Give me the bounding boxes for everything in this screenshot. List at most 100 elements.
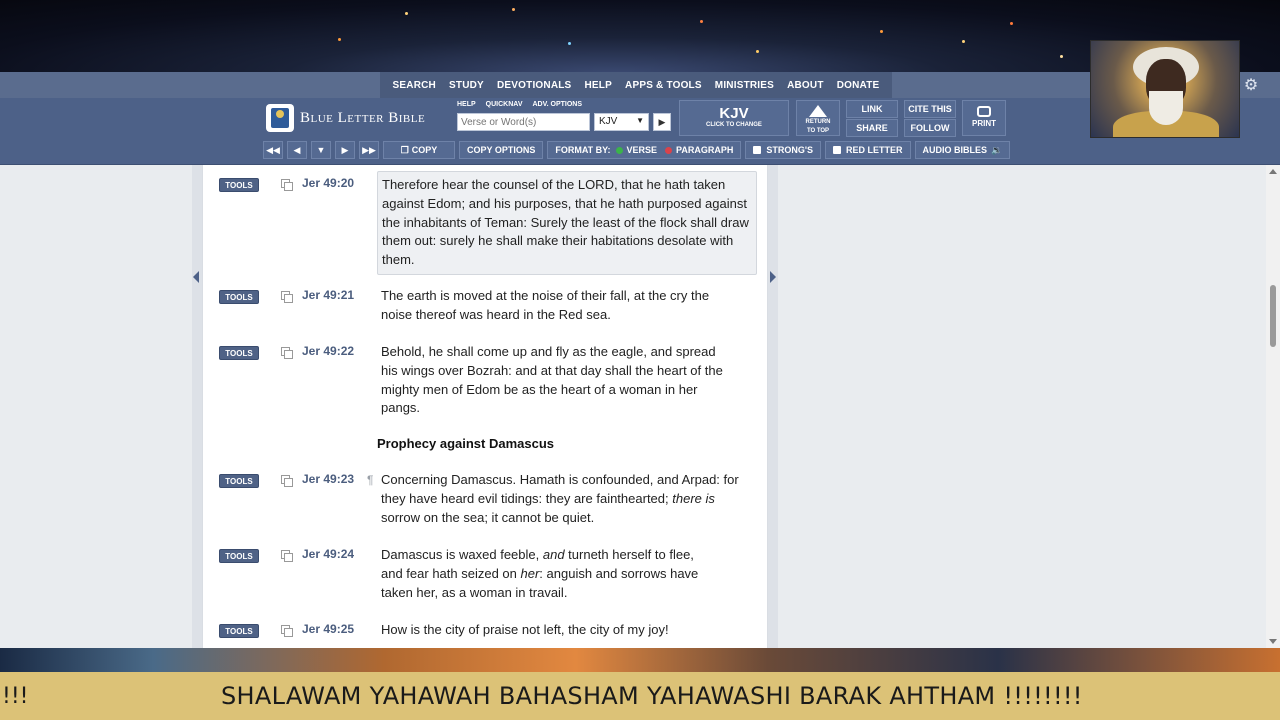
top-navigation: SEARCH STUDY DEVOTIONALS HELP APPS & TOO… <box>0 72 1280 98</box>
gear-icon[interactable]: ⚙ <box>1240 72 1262 98</box>
tools-button[interactable]: TOOLS <box>219 624 259 638</box>
verse-radio-icon[interactable] <box>615 146 623 154</box>
next-chapter-button[interactable]: ▶ <box>335 141 355 159</box>
first-chapter-button[interactable]: ◀◀ <box>263 141 283 159</box>
verse-text-italic: and <box>542 547 565 562</box>
follow-button[interactable]: FOLLOW <box>904 119 956 137</box>
star-spark <box>1060 55 1063 58</box>
copy-icon[interactable] <box>281 291 293 303</box>
tools-button[interactable]: TOOLS <box>219 290 259 304</box>
verse-text: How is the city of praise not left, the … <box>381 622 669 637</box>
copy-button[interactable]: ❐ COPY <box>383 141 455 159</box>
copy-small-icon: ❐ <box>400 144 409 155</box>
paragraph-mark: ¶ <box>367 473 374 487</box>
kjv-title: KJV <box>719 105 749 122</box>
verse-reference[interactable]: Jer 49:25 <box>302 622 354 636</box>
verse-option[interactable]: VERSE <box>627 145 658 155</box>
verse-reference[interactable]: Jer 49:22 <box>302 344 354 358</box>
scroll-up-icon[interactable] <box>1269 169 1277 174</box>
audio-bibles-button[interactable]: AUDIO BIBLES 🔉 <box>914 141 1011 159</box>
banner-left-text: !!! <box>2 684 29 709</box>
copy-icon[interactable] <box>281 550 293 562</box>
return-to-top-button[interactable]: RETURN TO TOP <box>796 100 840 136</box>
last-chapter-button[interactable]: ▶▶ <box>359 141 379 159</box>
nav-study[interactable]: STUDY <box>449 80 484 91</box>
paragraph-option[interactable]: PARAGRAPH <box>676 145 733 155</box>
nav-search[interactable]: SEARCH <box>393 80 436 91</box>
tools-button[interactable]: TOOLS <box>219 346 259 360</box>
copy-options-button[interactable]: COPY OPTIONS <box>459 141 544 159</box>
copy-icon[interactable] <box>281 625 293 637</box>
page-scrollbar[interactable] <box>1266 165 1280 648</box>
arrow-up-icon <box>809 105 827 117</box>
double-right-icon: ▶▶ <box>362 144 376 155</box>
verse-text: The earth is moved at the noise of their… <box>381 288 710 322</box>
link-button[interactable]: LINK <box>846 100 898 118</box>
double-left-icon: ◀◀ <box>266 144 280 155</box>
left-panel-toggle[interactable] <box>192 165 202 648</box>
copy-icon[interactable] <box>281 347 293 359</box>
verse-text: Therefore hear the counsel of the LORD, … <box>377 171 757 275</box>
help-link[interactable]: HELP <box>457 101 476 108</box>
nav-help[interactable]: HELP <box>585 80 612 91</box>
verse-row: TOOLS Jer 49:25 How is the city of prais… <box>203 617 769 647</box>
version-select[interactable]: KJV ▼ <box>594 113 649 131</box>
search-mini-links: HELP QUICKNAV ADV. OPTIONS <box>457 101 582 108</box>
copy-icon[interactable] <box>281 179 293 191</box>
kjv-version-button[interactable]: KJV CLICK TO CHANGE <box>679 100 789 136</box>
background-strip <box>0 648 1280 672</box>
bible-toolbar: Blue Letter Bible HELP QUICKNAV ADV. OPT… <box>0 98 1280 165</box>
verse-row: TOOLS Jer 49:20 Therefore hear the couns… <box>203 171 769 275</box>
red-letter-toggle[interactable]: RED LETTER <box>825 141 911 159</box>
verse-text: Behold, he shall come up and fly as the … <box>381 344 723 416</box>
caption-banner: !!! SHALAWAM YAHAWAH BAHASHAM YAHAWASHI … <box>0 672 1280 720</box>
star-spark <box>568 42 571 45</box>
nav-ministries[interactable]: MINISTRIES <box>715 80 774 91</box>
verse-reference[interactable]: Jer 49:21 <box>302 288 354 302</box>
scroll-down-icon[interactable] <box>1269 639 1277 644</box>
strongs-label: STRONG'S <box>766 145 814 155</box>
site-logo[interactable]: Blue Letter Bible <box>266 104 425 132</box>
star-spark <box>962 40 965 43</box>
top-nav-menu: SEARCH STUDY DEVOTIONALS HELP APPS & TOO… <box>380 72 892 98</box>
nav-donate[interactable]: DONATE <box>837 80 880 91</box>
strongs-toggle[interactable]: STRONG'S <box>745 141 822 159</box>
star-spark <box>700 20 703 23</box>
format-by-label: FORMAT BY: <box>555 145 611 155</box>
nav-apps-tools[interactable]: APPS & TOOLS <box>625 80 702 91</box>
verse-reference[interactable]: Jer 49:23 <box>302 472 354 486</box>
banner-text: SHALAWAM YAHAWAH BAHASHAM YAHAWASHI BARA… <box>221 682 1083 710</box>
verse-text: Damascus is waxed feeble, and turneth he… <box>377 542 717 606</box>
checkbox-icon <box>753 146 762 154</box>
previous-chapter-button[interactable]: ◀ <box>287 141 307 159</box>
checkbox-icon <box>833 146 842 154</box>
verse-text: Concerning Damascus. Hamath is confounde… <box>377 467 757 531</box>
chapter-list-button[interactable]: ▼ <box>311 141 331 159</box>
left-icon: ◀ <box>293 144 301 155</box>
verse-text-part: sorrow on the sea; it cannot be quiet. <box>381 509 595 525</box>
printer-icon <box>977 106 991 117</box>
kjv-subtitle: CLICK TO CHANGE <box>706 122 762 128</box>
print-button[interactable]: PRINT <box>962 100 1006 136</box>
share-button[interactable]: SHARE <box>846 119 898 137</box>
nav-devotionals[interactable]: DEVOTIONALS <box>497 80 571 91</box>
search-go-button[interactable]: ▶ <box>653 113 671 131</box>
tools-button[interactable]: TOOLS <box>219 549 259 563</box>
nav-about[interactable]: ABOUT <box>787 80 824 91</box>
print-label: PRINT <box>972 119 996 128</box>
bible-logo-icon <box>266 104 294 132</box>
browser-window: SEARCH STUDY DEVOTIONALS HELP APPS & TOO… <box>0 72 1280 648</box>
adv-options-link[interactable]: ADV. OPTIONS <box>533 101 583 108</box>
quicknav-link[interactable]: QUICKNAV <box>486 101 523 108</box>
copy-icon[interactable] <box>281 475 293 487</box>
verse-reference[interactable]: Jer 49:24 <box>302 547 354 561</box>
scroll-thumb[interactable] <box>1270 285 1276 347</box>
right-panel-toggle[interactable] <box>768 165 778 648</box>
verse-search-input[interactable] <box>457 113 590 131</box>
return-line1: RETURN <box>805 119 831 125</box>
tools-button[interactable]: TOOLS <box>219 474 259 488</box>
cite-this-button[interactable]: CITE THIS <box>904 100 956 118</box>
paragraph-radio-icon[interactable] <box>665 146 673 154</box>
tools-button[interactable]: TOOLS <box>219 178 259 192</box>
verse-reference[interactable]: Jer 49:20 <box>302 176 354 190</box>
